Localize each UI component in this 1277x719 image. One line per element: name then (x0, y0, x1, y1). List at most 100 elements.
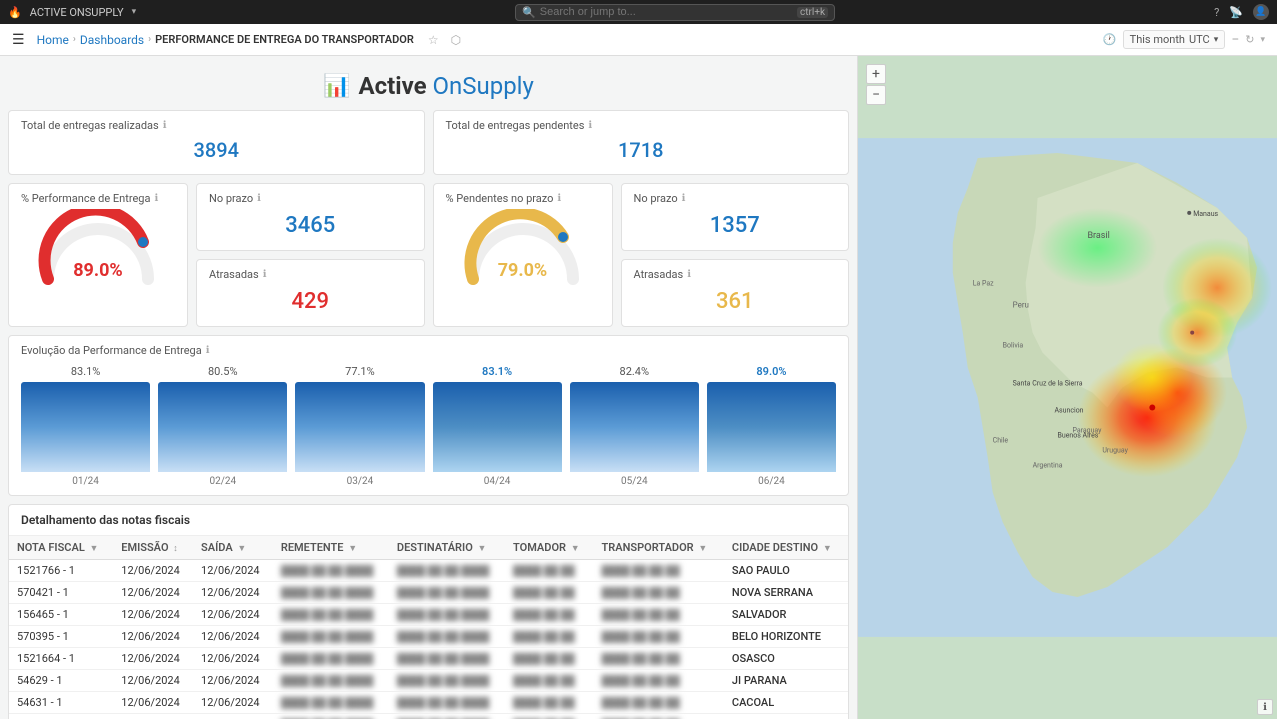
table-row[interactable]: 1521766 - 112/06/202412/06/2024████ ██ █… (9, 560, 848, 582)
cell-transportador: ████ ██ ██ ██ (593, 692, 723, 714)
bar-05/24[interactable] (570, 382, 699, 472)
refresh-chevron[interactable]: ▾ (1260, 35, 1265, 45)
bar-period-02/24: 02/24 (158, 476, 287, 487)
cell-emissao: 12/06/2024 (113, 648, 193, 670)
metrics-row: % Performance de Entrega ℹ 89.0% (8, 183, 849, 327)
info-realizadas-icon[interactable]: ℹ (163, 120, 167, 131)
cell-destinatario: ████ ██ ██ ████ (389, 692, 505, 714)
bar-label-06/24: 89.0% (707, 365, 836, 378)
table-container[interactable]: NOTA FISCAL ▼ EMISSÃO ↕ SAÍDA ▼ REMETENT… (9, 536, 848, 719)
th-saida: SAÍDA ▼ (193, 536, 273, 560)
table-row[interactable]: 156465 - 112/06/202412/06/2024████ ██ ██… (9, 604, 848, 626)
breadcrumb-sep1: › (73, 34, 76, 45)
cell-saida: 12/06/2024 (193, 560, 273, 582)
cell-cidade: SAO PAULO (724, 560, 848, 582)
info-pend-no-prazo-icon[interactable]: ℹ (682, 193, 686, 204)
logo-text: Active OnSupply (359, 72, 534, 100)
filter-destinatario-icon[interactable]: ▼ (478, 544, 487, 554)
filter-transportador-icon[interactable]: ▼ (698, 544, 707, 554)
pendentes-gauge: 79.0% (458, 209, 588, 289)
table-header: NOTA FISCAL ▼ EMISSÃO ↕ SAÍDA ▼ REMETENT… (9, 536, 848, 560)
table-row[interactable]: 1521664 - 112/06/202412/06/2024████ ██ █… (9, 648, 848, 670)
bar-col-01/24: 83.1%01/24 (21, 365, 150, 487)
zoom-out-icon[interactable]: − (1231, 32, 1239, 48)
cell-nota: 54629 - 1 (9, 670, 113, 692)
stat-pendentes-title: Total de entregas pendentes ℹ (446, 119, 837, 132)
th-transportador: TRANSPORTADOR ▼ (593, 536, 723, 560)
info-pend-atrasadas-icon[interactable]: ℹ (687, 269, 691, 280)
cell-destinatario: ████ ██ ██ ████ (389, 648, 505, 670)
main-layout: 📊 Active OnSupply Total de entregas real… (0, 56, 1277, 719)
bar-06/24[interactable] (707, 382, 836, 472)
help-icon[interactable]: ? (1214, 6, 1219, 19)
performance-gauge-card: % Performance de Entrega ℹ 89.0% (8, 183, 188, 327)
table-row[interactable]: 570395 - 112/06/202412/06/2024████ ██ ██… (9, 626, 848, 648)
atrasadas-value: 429 (209, 285, 412, 318)
cell-remetente: ████ ██ ██ ████ (273, 714, 389, 719)
refresh-icon[interactable]: ↻ (1245, 33, 1254, 46)
breadcrumb-dashboards[interactable]: Dashboards (80, 33, 144, 47)
user-avatar[interactable]: 👤 (1253, 4, 1269, 20)
map-info-button[interactable]: ℹ (1257, 699, 1273, 715)
cell-remetente: ████ ██ ██ ████ (273, 692, 389, 714)
rss-icon[interactable]: 📡 (1229, 6, 1243, 19)
cell-nota: 54631 - 1 (9, 692, 113, 714)
cell-remetente: ████ ██ ██ ████ (273, 626, 389, 648)
cell-transportador: ████ ██ ██ ██ (593, 582, 723, 604)
filter-nota-icon[interactable]: ▼ (90, 544, 99, 554)
cell-transportador: ████ ██ ██ ██ (593, 648, 723, 670)
filter-saida-icon[interactable]: ▼ (237, 544, 246, 554)
time-selector[interactable]: This month UTC ▾ (1123, 30, 1226, 49)
pend-atrasadas-card: Atrasadas ℹ 361 (621, 259, 850, 327)
bar-01/24[interactable] (21, 382, 150, 472)
zoom-out-button[interactable]: − (866, 85, 886, 105)
timezone-label: UTC (1189, 33, 1210, 46)
argentina-label: Argentina (1033, 461, 1063, 469)
buenosaires-label: Buenos Aires (1058, 431, 1099, 439)
no-prazo-card: No prazo ℹ 3465 (196, 183, 425, 251)
filter-remetente-icon[interactable]: ▼ (348, 544, 357, 554)
th-emissao: EMISSÃO ↕ (113, 536, 193, 560)
cell-cidade: PEDRO LEOPOLDO (724, 714, 848, 719)
filter-emissao-icon[interactable]: ↕ (173, 544, 178, 554)
cell-saida: 12/06/2024 (193, 692, 273, 714)
bar-03/24[interactable] (295, 382, 424, 472)
cell-nota: 1521766 - 1 (9, 560, 113, 582)
cell-nota: 156465 - 1 (9, 604, 113, 626)
bar-col-05/24: 82.4%05/24 (570, 365, 699, 487)
search-box[interactable]: 🔍 ctrl+k (515, 4, 835, 21)
info-atrasadas-icon[interactable]: ℹ (263, 269, 267, 280)
hamburger-menu[interactable]: ☰ (12, 32, 25, 48)
bar-col-04/24: 83.1% 04/24 (433, 365, 562, 487)
breadcrumb-home[interactable]: Home (37, 33, 69, 47)
filter-cidade-icon[interactable]: ▼ (823, 544, 832, 554)
filter-tomador-icon[interactable]: ▼ (571, 544, 580, 554)
bar-02/24[interactable] (158, 382, 287, 472)
bar-04/24[interactable] (433, 382, 562, 472)
info-no-prazo-icon[interactable]: ℹ (257, 193, 261, 204)
chevron-down-icon[interactable]: ▾ (132, 7, 137, 17)
info-performance-icon[interactable]: ℹ (154, 193, 158, 204)
table-row[interactable]: 54631 - 112/06/202412/06/2024████ ██ ██ … (9, 692, 848, 714)
info-pendentes-icon[interactable]: ℹ (588, 120, 592, 131)
info-evolution-icon[interactable]: ℹ (206, 345, 210, 356)
share-icon[interactable]: ⬡ (451, 33, 461, 47)
breadcrumb-current: PERFORMANCE DE ENTREGA DO TRANSPORTADOR (155, 33, 414, 46)
info-pendentes-gauge-icon[interactable]: ℹ (557, 193, 561, 204)
stat-realizadas-value: 3894 (21, 134, 412, 166)
table-row[interactable]: 54629 - 112/06/202412/06/2024████ ██ ██ … (9, 670, 848, 692)
bar-period-04/24: 04/24 (433, 476, 562, 487)
table-row[interactable]: 570421 - 112/06/202412/06/2024████ ██ ██… (9, 582, 848, 604)
star-icon[interactable]: ☆ (428, 33, 439, 47)
performance-title: % Performance de Entrega ℹ (21, 192, 175, 205)
cell-cidade: CACOAL (724, 692, 848, 714)
timezone-chevron[interactable]: ▾ (1214, 35, 1219, 45)
salvador-dot (1190, 331, 1194, 335)
zoom-in-button[interactable]: + (866, 64, 886, 84)
south-america-map: Brasil Peru Bolivia Chile Argentina Para… (858, 56, 1277, 719)
cell-emissao: 12/06/2024 (113, 670, 193, 692)
search-input[interactable] (540, 6, 793, 18)
logo-onsupply: OnSupply (432, 72, 533, 100)
bar-label-04/24: 83.1% (433, 365, 562, 378)
table-row[interactable]: 570386 - 112/06/202412/06/2024████ ██ ██… (9, 714, 848, 719)
